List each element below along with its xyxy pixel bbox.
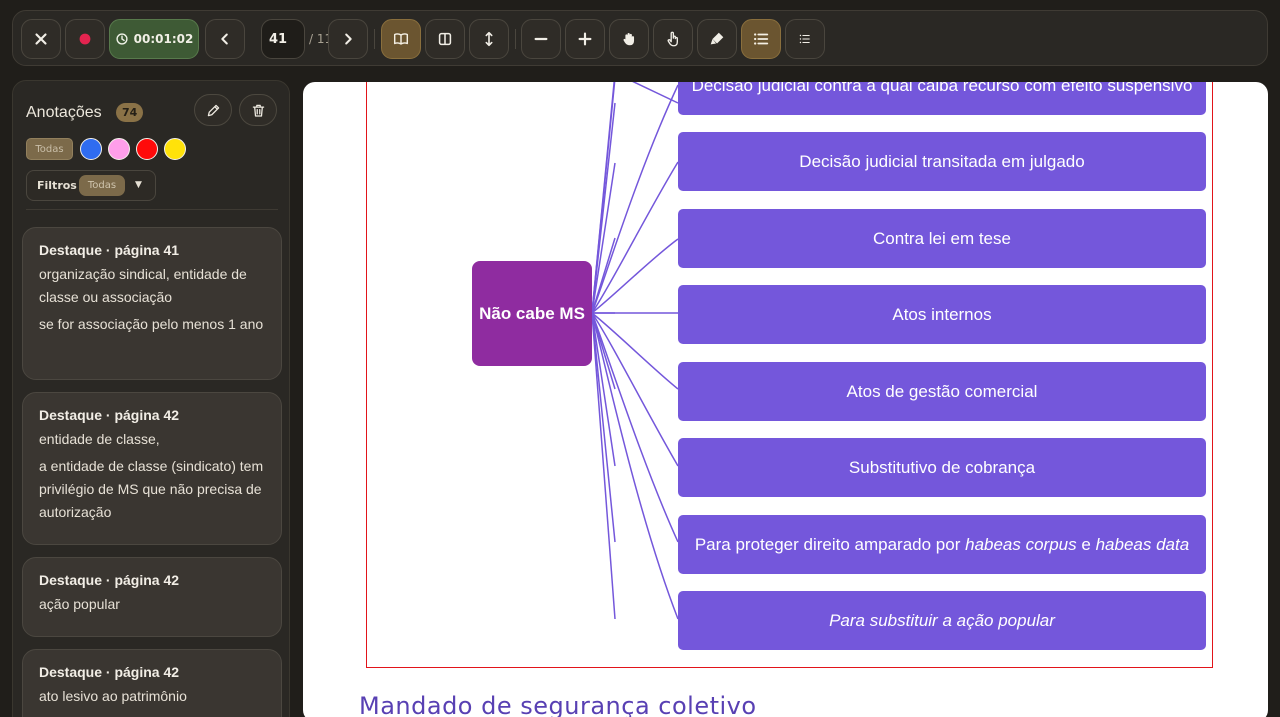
book-view-button[interactable] [381,19,421,59]
branch-text-italic: Para substituir a ação popular [829,610,1055,630]
annotation-card[interactable]: Destaque · página 42 ato lesivo ao patri… [22,649,282,717]
close-button[interactable] [21,19,61,59]
mindmap-branch: Para substituir a ação popular [678,591,1206,650]
two-column-view-button[interactable] [425,19,465,59]
highlighter-button[interactable] [697,19,737,59]
delete-button[interactable] [239,94,277,126]
filters-dropdown[interactable]: Filtros Todas ▼ [26,170,156,201]
branch-text: Para proteger direito amparado por [694,534,961,554]
swatch-yellow[interactable] [164,138,186,160]
filters-label: Filtros [37,179,77,192]
outline-button[interactable] [785,19,825,59]
color-filter-all[interactable]: Todas [26,138,73,160]
swatch-red[interactable] [136,138,158,160]
plus-icon [578,32,592,46]
chevron-right-icon [345,33,352,45]
list-icon [753,33,769,45]
mindmap-branch: Decisão judicial contra a qual caiba rec… [678,82,1206,115]
fit-height-icon [485,31,493,47]
clock-icon [116,33,128,45]
chevron-left-icon [221,33,228,45]
divider [515,29,516,49]
trash-icon [252,104,264,117]
zoom-in-button[interactable] [565,19,605,59]
annotation-text: se for associação pelo menos 1 ano [39,316,264,332]
diagram-frame: Não cabe MS Decisão judicial contra a qu… [366,82,1213,668]
annotation-title: Destaque · página 42 [39,572,180,588]
annotation-text: ato lesivo ao patrimônio [39,688,187,704]
annotation-text: entidade de classe, [39,431,160,447]
prev-page-button[interactable] [205,19,245,59]
fit-height-button[interactable] [469,19,509,59]
mindmap-branch: Contra lei em tese [678,209,1206,268]
minus-icon [534,37,548,41]
mindmap-branch: Para proteger direito amparado por habea… [678,515,1206,574]
branch-text-italic: habeas corpus [965,534,1077,554]
annotation-title: Destaque · página 42 [39,664,180,680]
annotations-list-button[interactable] [741,19,781,59]
mindmap-branch: Decisão judicial transitada em julgado [678,132,1206,191]
timer-text: 00:01:02 [133,32,194,46]
caret-down-icon: ▼ [135,180,142,190]
page-number-input[interactable]: 41 [261,19,305,59]
sidebar-title: Anotações [26,104,102,121]
branch-text: e [1081,534,1091,554]
annotation-text: organização sindical, entidade de classe… [39,266,247,305]
divider [26,209,278,210]
book-open-icon [393,33,409,45]
annotation-card[interactable]: Destaque · página 42 ação popular [22,557,282,637]
annotation-count-badge: 74 [116,103,144,122]
annotation-text: a entidade de classe (sindicato) tem pri… [39,458,264,520]
annotation-title: Destaque · página 42 [39,407,180,423]
annotations-sidebar: Anotações 74 Todas Filtros Todas ▼ Desta… [12,80,290,717]
document-page: Não cabe MS Decisão judicial contra a qu… [303,82,1268,717]
annotation-card[interactable]: Destaque · página 42 entidade de classe,… [22,392,282,545]
close-icon [35,33,47,45]
annotation-card[interactable]: Destaque · página 41 organização sindica… [22,227,282,380]
pointer-hand-icon [667,31,678,47]
filters-value: Todas [79,175,125,196]
columns-icon [438,32,452,46]
timer-button[interactable]: 00:01:02 [109,19,199,59]
mindmap-branch: Atos internos [678,285,1206,344]
branch-text-italic: habeas data [1095,534,1190,554]
mindmap-branch: Substitutivo de cobrança [678,438,1206,497]
annotation-text: ação popular [39,596,120,612]
pan-tool-button[interactable] [609,19,649,59]
divider [374,29,375,49]
annotation-title: Destaque · página 41 [39,242,180,258]
section-heading: Mandado de segurança coletivo [359,692,757,717]
record-button[interactable] [65,19,105,59]
select-tool-button[interactable] [653,19,693,59]
next-page-button[interactable] [328,19,368,59]
mindmap-branch: Atos de gestão comercial [678,362,1206,421]
edit-button[interactable] [194,94,232,126]
mindmap-root: Não cabe MS [472,261,592,366]
pencil-icon [207,104,219,116]
record-icon [79,33,91,45]
list-small-icon [799,34,810,44]
swatch-blue[interactable] [80,138,102,160]
toolbar: 00:01:02 41 / 113 [12,10,1268,66]
hand-icon [623,32,635,46]
swatch-pink[interactable] [108,138,130,160]
highlighter-icon [710,32,724,45]
zoom-out-button[interactable] [521,19,561,59]
